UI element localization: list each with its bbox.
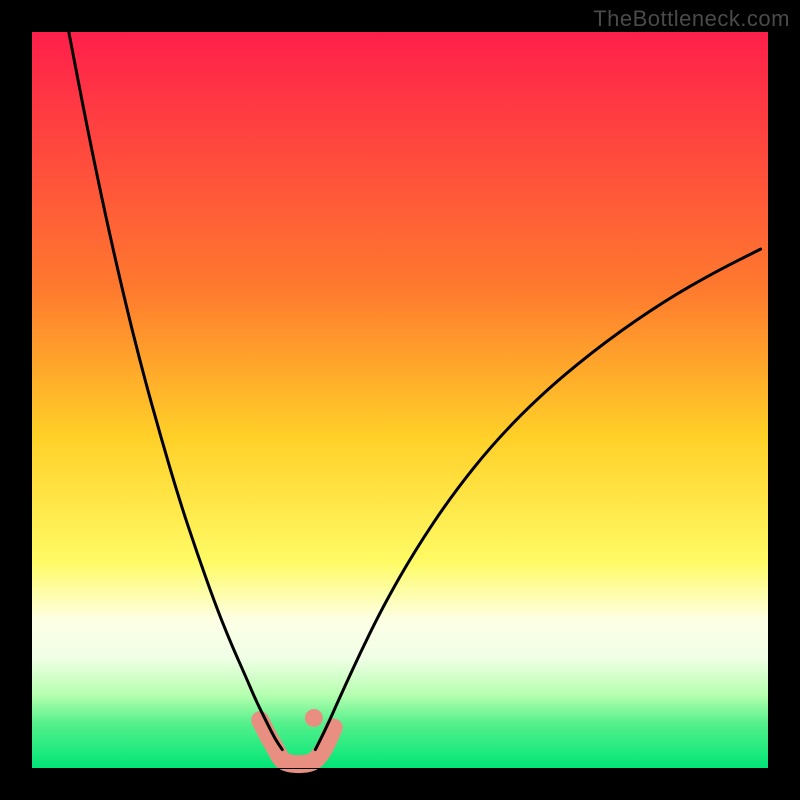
chart-stage: TheBottleneck.com [0, 0, 800, 800]
bottleneck-chart [0, 0, 800, 800]
watermark-text: TheBottleneck.com [593, 6, 790, 32]
gradient-background [32, 32, 768, 768]
u-curve-dot [305, 709, 323, 727]
